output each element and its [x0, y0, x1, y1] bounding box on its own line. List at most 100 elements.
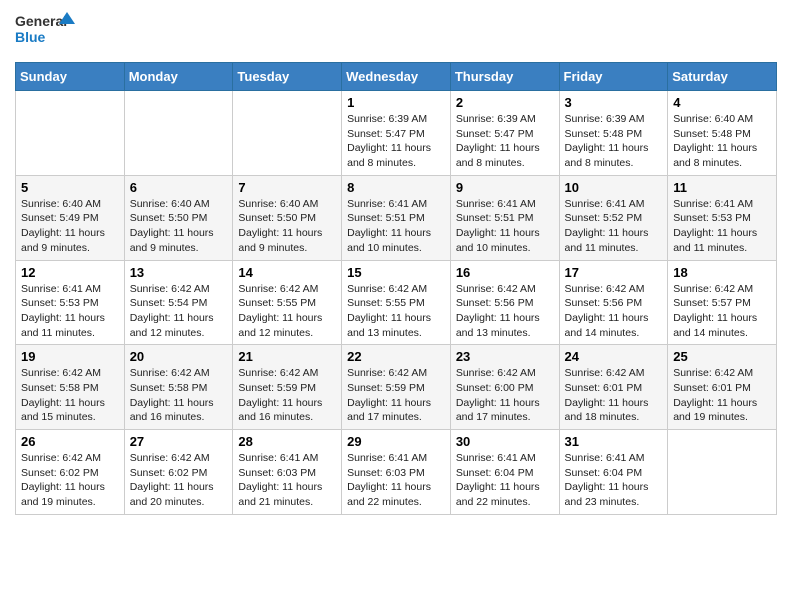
day-info: Sunrise: 6:42 AMSunset: 6:01 PMDaylight:… — [565, 366, 663, 425]
calendar-cell — [124, 91, 233, 176]
calendar-cell: 29 Sunrise: 6:41 AMSunset: 6:03 PMDayligh… — [342, 430, 451, 515]
day-number: 22 — [347, 349, 445, 364]
day-number: 20 — [130, 349, 228, 364]
weekday-header: Sunday — [16, 63, 125, 91]
calendar-cell: 28 Sunrise: 6:41 AMSunset: 6:03 PMDayligh… — [233, 430, 342, 515]
calendar-cell: 25 Sunrise: 6:42 AMSunset: 6:01 PMDayligh… — [668, 345, 777, 430]
day-number: 15 — [347, 265, 445, 280]
weekday-header: Tuesday — [233, 63, 342, 91]
day-number: 17 — [565, 265, 663, 280]
calendar-cell: 1Sunrise: 6:39 AMSunset: 5:47 PMDaylight… — [342, 91, 451, 176]
calendar-cell: 30 Sunrise: 6:41 AMSunset: 6:04 PMDayligh… — [450, 430, 559, 515]
day-number: 26 — [21, 434, 119, 449]
day-number: 3 — [565, 95, 663, 110]
calendar-cell: 5 Sunrise: 6:40 AMSunset: 5:49 PMDaylight… — [16, 175, 125, 260]
page-header: General Blue — [15, 10, 777, 54]
calendar-cell: 14Sunrise: 6:42 AMSunset: 5:55 PMDayligh… — [233, 260, 342, 345]
calendar-cell: 26 Sunrise: 6:42 AMSunset: 6:02 PMDayligh… — [16, 430, 125, 515]
weekday-header: Thursday — [450, 63, 559, 91]
calendar-week-row: 12Sunrise: 6:41 AMSunset: 5:53 PMDayligh… — [16, 260, 777, 345]
weekday-header: Monday — [124, 63, 233, 91]
calendar-cell: 17Sunrise: 6:42 AMSunset: 5:56 PMDayligh… — [559, 260, 668, 345]
day-number: 30 — [456, 434, 554, 449]
day-number: 31 — [565, 434, 663, 449]
calendar-cell: 8 Sunrise: 6:41 AMSunset: 5:51 PMDaylight… — [342, 175, 451, 260]
day-info: Sunrise: 6:42 AMSunset: 6:02 PMDaylight:… — [130, 451, 228, 510]
calendar-cell: 23 Sunrise: 6:42 AMSunset: 6:00 PMDayligh… — [450, 345, 559, 430]
calendar-cell: 10 Sunrise: 6:41 AMSunset: 5:52 PMDayligh… — [559, 175, 668, 260]
day-info: Sunrise: 6:41 AMSunset: 6:03 PMDaylight:… — [347, 451, 445, 510]
day-number: 28 — [238, 434, 336, 449]
day-number: 8 — [347, 180, 445, 195]
day-info: Sunrise: 6:42 AMSunset: 5:55 PMDaylight:… — [347, 282, 445, 341]
day-number: 4 — [673, 95, 771, 110]
logo-svg: General Blue — [15, 10, 75, 54]
day-number: 29 — [347, 434, 445, 449]
calendar-cell — [668, 430, 777, 515]
day-info: Sunrise: 6:40 AMSunset: 5:48 PMDaylight:… — [673, 112, 771, 171]
day-info: Sunrise: 6:42 AMSunset: 6:02 PMDaylight:… — [21, 451, 119, 510]
day-info: Sunrise: 6:41 AMSunset: 6:04 PMDaylight:… — [565, 451, 663, 510]
day-info: Sunrise: 6:41 AMSunset: 5:53 PMDaylight:… — [21, 282, 119, 341]
svg-text:Blue: Blue — [15, 29, 46, 45]
calendar-cell: 21Sunrise: 6:42 AMSunset: 5:59 PMDayligh… — [233, 345, 342, 430]
day-info: Sunrise: 6:40 AMSunset: 5:50 PMDaylight:… — [238, 197, 336, 256]
calendar-week-row: 26 Sunrise: 6:42 AMSunset: 6:02 PMDayligh… — [16, 430, 777, 515]
day-info: Sunrise: 6:41 AMSunset: 5:51 PMDaylight:… — [347, 197, 445, 256]
day-number: 5 — [21, 180, 119, 195]
weekday-row: SundayMondayTuesdayWednesdayThursdayFrid… — [16, 63, 777, 91]
calendar-week-row: 5 Sunrise: 6:40 AMSunset: 5:49 PMDaylight… — [16, 175, 777, 260]
weekday-header: Wednesday — [342, 63, 451, 91]
calendar-cell: 19 Sunrise: 6:42 AMSunset: 5:58 PMDayligh… — [16, 345, 125, 430]
day-info: Sunrise: 6:41 AMSunset: 6:04 PMDaylight:… — [456, 451, 554, 510]
calendar-cell: 16Sunrise: 6:42 AMSunset: 5:56 PMDayligh… — [450, 260, 559, 345]
calendar-cell: 7 Sunrise: 6:40 AMSunset: 5:50 PMDaylight… — [233, 175, 342, 260]
calendar-week-row: 1Sunrise: 6:39 AMSunset: 5:47 PMDaylight… — [16, 91, 777, 176]
day-number: 25 — [673, 349, 771, 364]
day-info: Sunrise: 6:39 AMSunset: 5:48 PMDaylight:… — [565, 112, 663, 171]
day-info: Sunrise: 6:41 AMSunset: 5:52 PMDaylight:… — [565, 197, 663, 256]
day-info: Sunrise: 6:42 AMSunset: 5:56 PMDaylight:… — [456, 282, 554, 341]
day-info: Sunrise: 6:41 AMSunset: 5:53 PMDaylight:… — [673, 197, 771, 256]
day-number: 9 — [456, 180, 554, 195]
day-number: 18 — [673, 265, 771, 280]
day-info: Sunrise: 6:42 AMSunset: 5:58 PMDaylight:… — [21, 366, 119, 425]
day-info: Sunrise: 6:39 AMSunset: 5:47 PMDaylight:… — [347, 112, 445, 171]
day-number: 7 — [238, 180, 336, 195]
logo: General Blue — [15, 10, 75, 54]
svg-text:General: General — [15, 13, 67, 29]
calendar-cell: 24 Sunrise: 6:42 AMSunset: 6:01 PMDayligh… — [559, 345, 668, 430]
calendar-cell: 13Sunrise: 6:42 AMSunset: 5:54 PMDayligh… — [124, 260, 233, 345]
day-number: 27 — [130, 434, 228, 449]
calendar-cell: 12Sunrise: 6:41 AMSunset: 5:53 PMDayligh… — [16, 260, 125, 345]
calendar-cell: 3 Sunrise: 6:39 AMSunset: 5:48 PMDaylight… — [559, 91, 668, 176]
calendar-cell: 4 Sunrise: 6:40 AMSunset: 5:48 PMDaylight… — [668, 91, 777, 176]
calendar-cell: 2Sunrise: 6:39 AMSunset: 5:47 PMDaylight… — [450, 91, 559, 176]
day-number: 10 — [565, 180, 663, 195]
weekday-header: Saturday — [668, 63, 777, 91]
calendar-cell: 9Sunrise: 6:41 AMSunset: 5:51 PMDaylight… — [450, 175, 559, 260]
calendar-cell: 6Sunrise: 6:40 AMSunset: 5:50 PMDaylight… — [124, 175, 233, 260]
calendar-cell — [233, 91, 342, 176]
day-info: Sunrise: 6:42 AMSunset: 5:57 PMDaylight:… — [673, 282, 771, 341]
day-number: 13 — [130, 265, 228, 280]
calendar-cell: 27 Sunrise: 6:42 AMSunset: 6:02 PMDayligh… — [124, 430, 233, 515]
day-number: 19 — [21, 349, 119, 364]
day-info: Sunrise: 6:42 AMSunset: 6:01 PMDaylight:… — [673, 366, 771, 425]
day-info: Sunrise: 6:41 AMSunset: 6:03 PMDaylight:… — [238, 451, 336, 510]
calendar-cell — [16, 91, 125, 176]
day-number: 11 — [673, 180, 771, 195]
calendar-cell: 15 Sunrise: 6:42 AMSunset: 5:55 PMDayligh… — [342, 260, 451, 345]
day-number: 24 — [565, 349, 663, 364]
day-info: Sunrise: 6:40 AMSunset: 5:50 PMDaylight:… — [130, 197, 228, 256]
day-info: Sunrise: 6:40 AMSunset: 5:49 PMDaylight:… — [21, 197, 119, 256]
day-info: Sunrise: 6:39 AMSunset: 5:47 PMDaylight:… — [456, 112, 554, 171]
day-info: Sunrise: 6:42 AMSunset: 5:58 PMDaylight:… — [130, 366, 228, 425]
day-info: Sunrise: 6:42 AMSunset: 5:59 PMDaylight:… — [347, 366, 445, 425]
calendar-cell: 31 Sunrise: 6:41 AMSunset: 6:04 PMDayligh… — [559, 430, 668, 515]
calendar-header: SundayMondayTuesdayWednesdayThursdayFrid… — [16, 63, 777, 91]
day-number: 23 — [456, 349, 554, 364]
day-info: Sunrise: 6:42 AMSunset: 6:00 PMDaylight:… — [456, 366, 554, 425]
day-number: 21 — [238, 349, 336, 364]
calendar-body: 1Sunrise: 6:39 AMSunset: 5:47 PMDaylight… — [16, 91, 777, 515]
